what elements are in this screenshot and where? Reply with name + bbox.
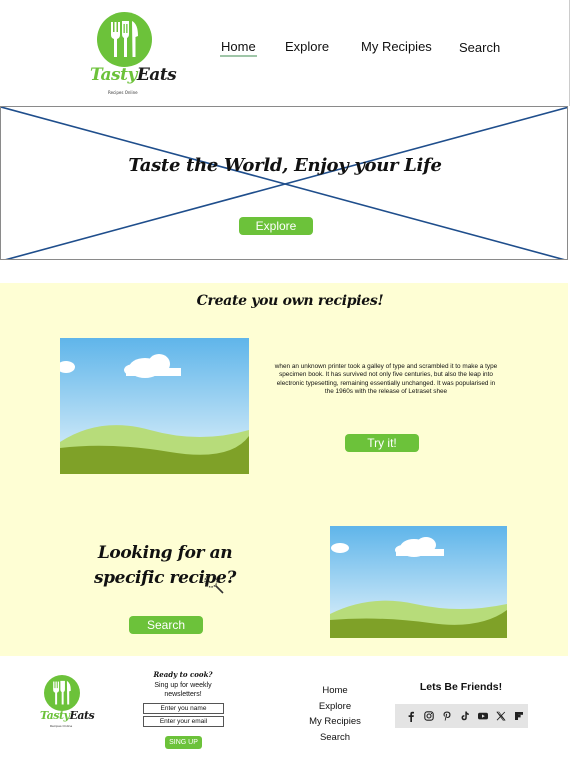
nav-home-link[interactable]: Home	[220, 39, 257, 57]
magnifier-icon	[204, 574, 224, 594]
search-recipes-button[interactable]: Search	[129, 616, 203, 634]
footer-link-home[interactable]: Home	[300, 683, 370, 699]
nav-search-link[interactable]: Search	[459, 40, 500, 55]
hero-banner: Taste the World, Enjoy your Life Explore	[0, 106, 568, 260]
instagram-icon[interactable]	[423, 710, 435, 722]
create-recipe-section: Create you own recipies! when an unknown…	[0, 283, 568, 656]
hero-image-placeholder	[1, 107, 567, 259]
create-section-title: Create you own recipies!	[196, 293, 384, 309]
social-title: Lets Be Friends!	[419, 681, 503, 693]
newsletter-email-field[interactable]	[143, 716, 224, 727]
site-footer: TastyEats Recipes Online Ready to cook? …	[0, 658, 570, 782]
footer-brand-tagline: Recipes Online	[50, 724, 73, 728]
social-links-bar	[395, 704, 528, 728]
nav-my-recipes-link[interactable]: My Recipies	[361, 39, 432, 54]
footer-brand-name-part1: Tasty	[40, 709, 70, 722]
cutlery-icon	[97, 12, 152, 67]
footer-brand-logo[interactable]: TastyEats Recipes Online	[38, 675, 95, 731]
newsletter-subtitle: Sing up for weekly newsletters!	[154, 682, 212, 698]
hero-title: Taste the World, Enjoy your Life	[128, 155, 442, 176]
brand-logo[interactable]: TastyEats Recipes Online	[86, 10, 177, 98]
nav-explore-link[interactable]: Explore	[285, 39, 329, 54]
facebook-icon[interactable]	[405, 710, 417, 722]
sign-up-button[interactable]: SING UP	[165, 736, 202, 749]
x-icon[interactable]	[495, 710, 507, 722]
cutlery-icon	[44, 675, 80, 711]
explore-button[interactable]: Explore	[239, 217, 313, 235]
footer-nav: Home Explore My Recipies Search	[300, 683, 370, 746]
youtube-icon[interactable]	[477, 710, 489, 722]
brand-wordmark: TastyEats	[90, 65, 177, 85]
site-header: TastyEats Recipes Online Home Explore My…	[0, 0, 570, 106]
brand-name-part1: Tasty	[90, 65, 137, 85]
footer-brand-name-part2: Eats	[69, 709, 95, 722]
footer-link-search[interactable]: Search	[300, 730, 370, 746]
footer-link-my-recipes[interactable]: My Recipies	[300, 714, 370, 730]
create-section-description: when an unknown printer took a galley of…	[274, 363, 498, 395]
brand-name-part2: Eats	[136, 65, 177, 85]
footer-brand-wordmark: TastyEats	[40, 709, 120, 722]
landscape-image	[60, 338, 249, 474]
flipboard-icon[interactable]	[513, 710, 525, 722]
pinterest-icon[interactable]	[441, 710, 453, 722]
tiktok-icon[interactable]	[459, 710, 471, 722]
newsletter-block: Ready to cook? Sing up for weekly newsle…	[140, 670, 226, 699]
newsletter-name-field[interactable]	[143, 703, 224, 714]
brand-tagline: Recipes Online	[108, 90, 138, 95]
footer-link-explore[interactable]: Explore	[300, 699, 370, 715]
landscape-image	[330, 526, 507, 638]
newsletter-title: Ready to cook?	[153, 670, 213, 679]
lookup-section-title: Looking for an specific recipe?	[94, 543, 236, 588]
try-it-button[interactable]: Try it!	[345, 434, 419, 452]
